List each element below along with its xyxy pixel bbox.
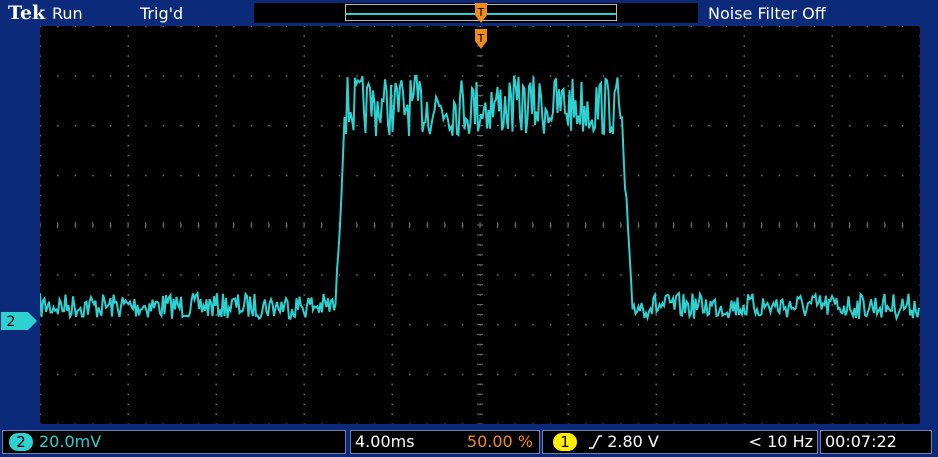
trigger-position: 50.00 % bbox=[466, 432, 533, 451]
ch2-trace bbox=[39, 74, 920, 322]
brand-logo: Tek bbox=[8, 2, 46, 24]
trigger-frequency: < 10 Hz bbox=[748, 432, 813, 451]
ch1-badge: 1 bbox=[553, 433, 577, 451]
horizontal-readout[interactable]: 4.00ms 50.00 % bbox=[350, 430, 540, 454]
status-bar: Tek Run Trig'd Noise Filter Off bbox=[0, 0, 938, 26]
ch2-badge: 2 bbox=[9, 433, 33, 451]
noise-filter-status[interactable]: Noise Filter Off bbox=[708, 4, 826, 23]
ch2-ground-marker[interactable]: 2 bbox=[0, 311, 38, 331]
trigger-readout[interactable]: 1 2.80 V < 10 Hz bbox=[542, 430, 818, 454]
run-state[interactable]: Run bbox=[52, 4, 83, 23]
waveform-graticule bbox=[39, 25, 921, 425]
trigger-level-icon[interactable]: T bbox=[474, 28, 488, 50]
trigger-state: Trig'd bbox=[140, 4, 184, 23]
readout-bar: 2 20.0mV 4.00ms 50.00 % 1 2.80 V < 10 Hz … bbox=[0, 427, 938, 457]
ch2-readout[interactable]: 2 20.0mV bbox=[2, 430, 346, 454]
timebase: 4.00ms bbox=[355, 432, 415, 451]
trigger-position-icon[interactable]: T bbox=[474, 2, 488, 24]
waveform-display bbox=[39, 25, 921, 425]
grid bbox=[39, 25, 921, 425]
svg-text:T: T bbox=[477, 6, 485, 19]
ch2-scale: 20.0mV bbox=[39, 432, 102, 451]
svg-text:T: T bbox=[477, 32, 485, 45]
ch2-marker-label: 2 bbox=[7, 314, 16, 330]
rising-edge-icon bbox=[589, 435, 603, 449]
clock-readout: 00:07:22 bbox=[820, 430, 932, 454]
trigger-level: 2.80 V bbox=[607, 432, 659, 451]
clock: 00:07:22 bbox=[825, 432, 897, 451]
